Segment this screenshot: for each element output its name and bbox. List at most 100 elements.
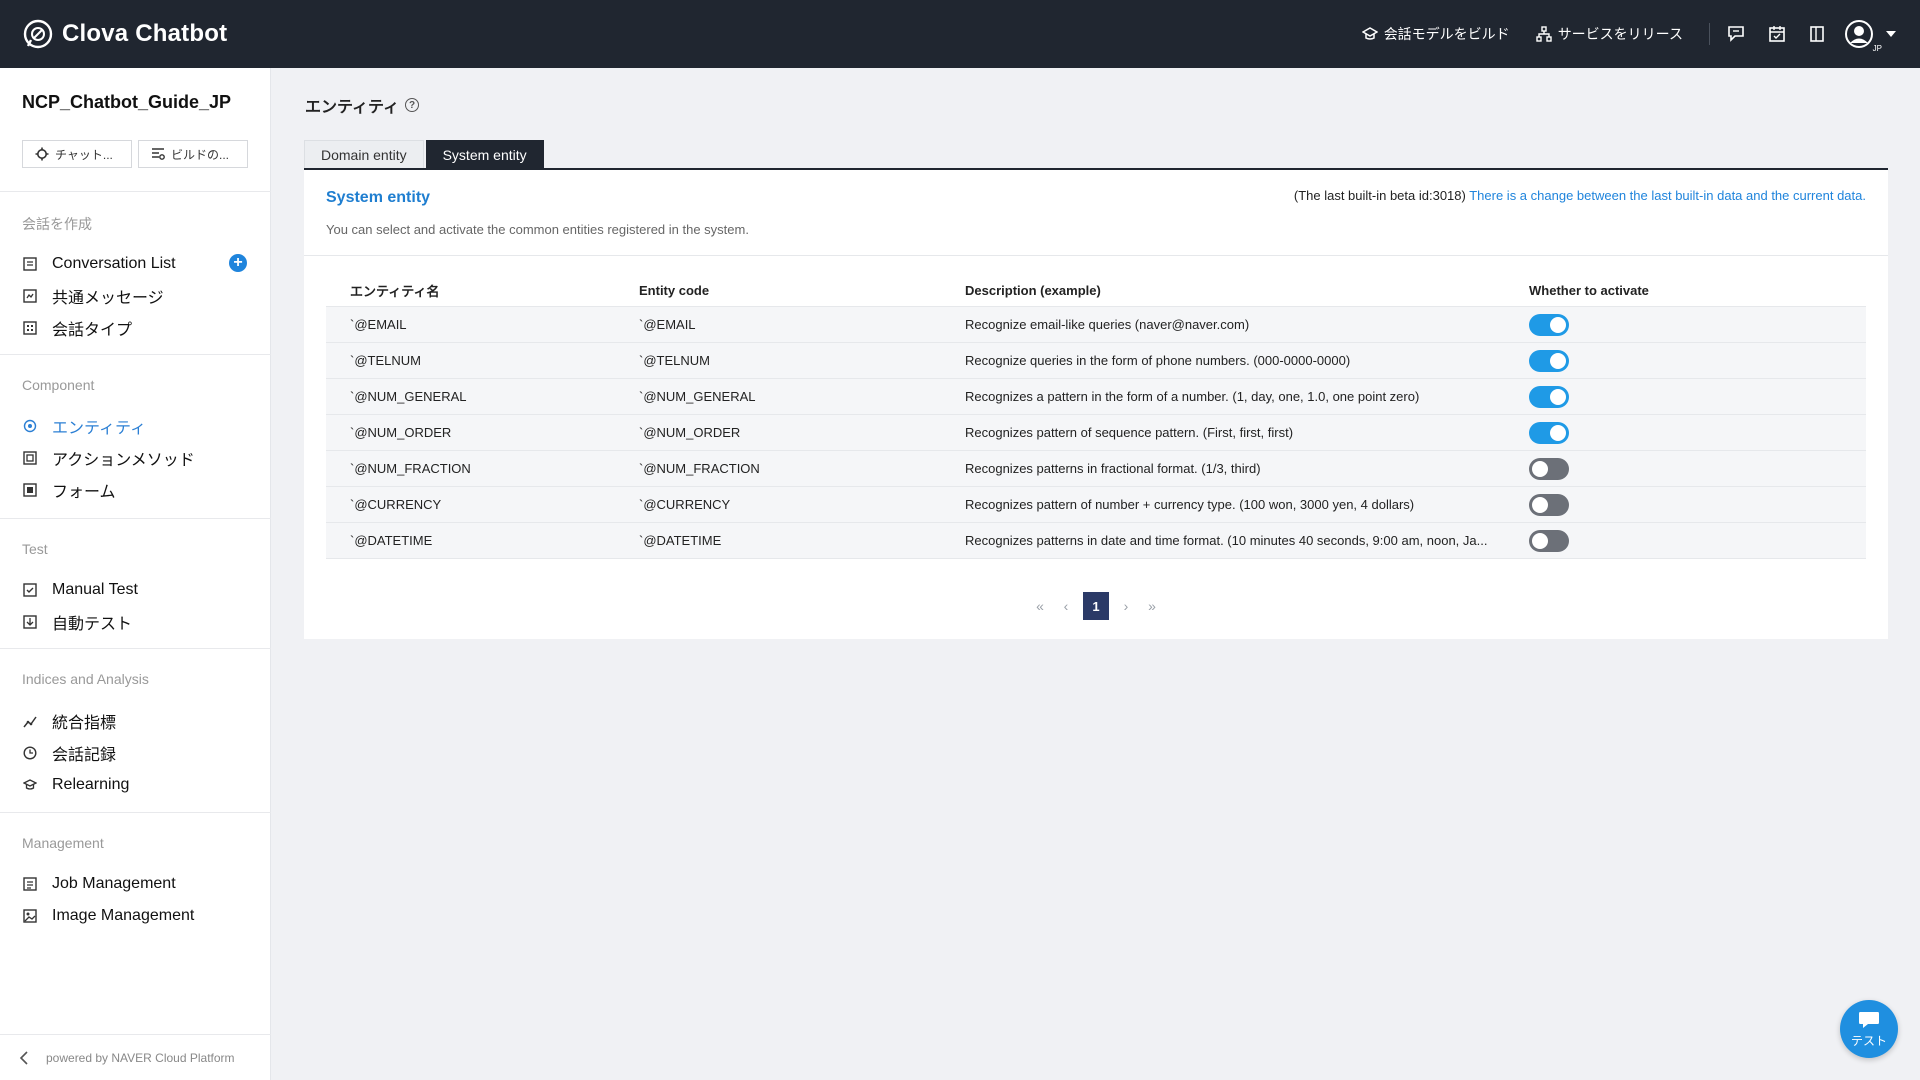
activate-toggle[interactable] [1529, 421, 1569, 444]
sidebar-item-relearning[interactable]: Relearning [22, 773, 252, 797]
toggle-knob [1550, 424, 1566, 441]
sidebar-item-label: Manual Test [52, 581, 138, 598]
sidebar-item-conversation-log[interactable]: 会話記録 [22, 741, 252, 765]
divider [0, 518, 271, 519]
entity-name-cell: `@DATETIME [350, 533, 433, 548]
project-name: NCP_Chatbot_Guide_JP [22, 92, 232, 112]
header-description: Description (example) [965, 282, 1101, 298]
sidebar-item-manual-test[interactable]: Manual Test [22, 578, 252, 602]
build-model-button[interactable]: 会話モデルをビルド [1361, 24, 1510, 44]
prev-page-icon[interactable]: ‹ [1053, 592, 1079, 620]
page-number-current[interactable]: 1 [1083, 592, 1109, 620]
first-page-icon[interactable]: « [1027, 592, 1053, 620]
chevron-left-icon[interactable] [16, 1050, 32, 1065]
sidebar-item-auto-test[interactable]: 自動テスト [22, 610, 252, 634]
chat-icon[interactable] [1724, 21, 1750, 47]
table-row[interactable]: `@NUM_FRACTION `@NUM_FRACTION Recognizes… [326, 451, 1866, 487]
calendar-icon[interactable] [1764, 21, 1790, 47]
clock-icon [22, 745, 38, 761]
activate-toggle[interactable] [1529, 313, 1569, 336]
sidebar-item-label: フォーム [52, 484, 116, 501]
sidebar-item-entity[interactable]: エンティティ [22, 414, 252, 438]
checkbox-icon [22, 582, 38, 598]
sidebar-item-conversation-type[interactable]: 会話タイプ [22, 316, 252, 340]
download-doc-icon [22, 614, 38, 630]
table-row[interactable]: `@DATETIME `@DATETIME Recognizes pattern… [326, 523, 1866, 559]
header-entity-name: エンティティ名 [350, 283, 440, 299]
chevron-down-icon[interactable] [1886, 31, 1896, 37]
user-icon [1845, 20, 1873, 48]
chat-settings-button[interactable]: チャット... [22, 140, 132, 168]
image-icon [22, 908, 38, 924]
system-entity-table: エンティティ名 Entity code Description (example… [326, 274, 1866, 559]
activate-toggle[interactable] [1529, 493, 1569, 516]
last-page-icon[interactable]: » [1139, 592, 1165, 620]
help-icon[interactable]: ? [405, 98, 420, 112]
build-notice-link[interactable]: There is a change between the last built… [1469, 188, 1866, 203]
tab-domain-entity[interactable]: Domain entity [304, 140, 424, 169]
sidebar-footer: powered by NAVER Cloud Platform [0, 1034, 271, 1080]
toggle-knob [1532, 460, 1548, 477]
test-chat-button[interactable]: テスト [1840, 1000, 1898, 1058]
sidebar-item-label: Relearning [52, 776, 130, 793]
toggle-knob [1532, 532, 1548, 549]
activate-toggle[interactable] [1529, 349, 1569, 372]
section-test-title: Test [22, 541, 48, 557]
release-service-button[interactable]: サービスをリリース [1535, 24, 1683, 44]
sidebar-item-label: エンティティ [52, 420, 147, 437]
sidebar-item-job-management[interactable]: Job Management [22, 872, 252, 896]
job-icon [22, 876, 38, 892]
build-notice: (The last built-in beta id:3018) There i… [1294, 188, 1866, 203]
activate-toggle[interactable] [1529, 457, 1569, 480]
sidebar-item-common-message[interactable]: 共通メッセージ [22, 284, 252, 308]
sidebar-item-integrated-index[interactable]: 統合指標 [22, 709, 252, 733]
release-service-label: サービスをリリース [1557, 26, 1683, 42]
build-model-label: 会話モデルをビルド [1383, 26, 1510, 42]
tab-system-entity[interactable]: System entity [425, 140, 544, 169]
divider [0, 648, 271, 649]
toggle-knob [1550, 316, 1566, 333]
build-settings-label: ビルドの... [171, 147, 230, 162]
user-avatar[interactable]: JP [1844, 17, 1882, 53]
toggle-knob [1532, 496, 1548, 513]
sidebar-item-label: 共通メッセージ [52, 290, 164, 307]
sitemap-icon [1535, 26, 1552, 42]
sidebar-item-action-method[interactable]: アクションメソッド [22, 446, 252, 470]
panel-title: System entity [326, 189, 431, 206]
table-row[interactable]: `@NUM_GENERAL `@NUM_GENERAL Recognizes a… [326, 379, 1866, 415]
clova-logo-icon [23, 19, 53, 49]
description-cell: Recognizes pattern of sequence pattern. … [965, 425, 1294, 440]
sidebar-item-form[interactable]: フォーム [22, 478, 252, 502]
app-name: Clova Chatbot [62, 20, 228, 47]
table-row[interactable]: `@TELNUM `@TELNUM Recognize queries in t… [326, 343, 1866, 379]
table-row[interactable]: `@NUM_ORDER `@NUM_ORDER Recognizes patte… [326, 415, 1866, 451]
panel-description: You can select and activate the common e… [326, 222, 749, 237]
line-chart-icon [22, 713, 38, 729]
add-conversation-button[interactable]: + [229, 254, 247, 272]
chat-settings-label: チャット... [55, 147, 113, 162]
sidebar-item-label: 統合指標 [52, 715, 117, 732]
sidebar-item-conversation-list[interactable]: Conversation List [22, 252, 252, 276]
table-row[interactable]: `@EMAIL `@EMAIL Recognize email-like que… [326, 307, 1866, 343]
table-row[interactable]: `@CURRENCY `@CURRENCY Recognizes pattern… [326, 487, 1866, 523]
brand[interactable]: Clova Chatbot [22, 18, 227, 50]
grid-icon [22, 320, 38, 336]
graduation-cap-icon [1361, 27, 1378, 40]
description-cell: Recognizes patterns in date and time for… [965, 533, 1488, 548]
gear-icon [35, 147, 49, 161]
entity-name-cell: `@CURRENCY [350, 497, 442, 512]
sidebar-item-label: 会話タイプ [52, 322, 133, 339]
divider [1709, 23, 1710, 45]
sidebar-item-image-management[interactable]: Image Management [22, 904, 252, 928]
activate-toggle[interactable] [1529, 529, 1569, 552]
table-header: エンティティ名 Entity code Description (example… [326, 274, 1866, 307]
build-notice-text: (The last built-in beta id:3018) [1293, 188, 1466, 203]
entity-name-cell: `@NUM_GENERAL [350, 389, 467, 404]
section-management-title: Management [22, 835, 104, 851]
powered-by-text: powered by NAVER Cloud Platform [46, 1050, 235, 1065]
next-page-icon[interactable]: › [1113, 592, 1139, 620]
build-settings-button[interactable]: ビルドの... [138, 140, 248, 168]
book-icon[interactable] [1804, 21, 1830, 47]
toggle-knob [1550, 388, 1566, 405]
activate-toggle[interactable] [1529, 385, 1569, 408]
